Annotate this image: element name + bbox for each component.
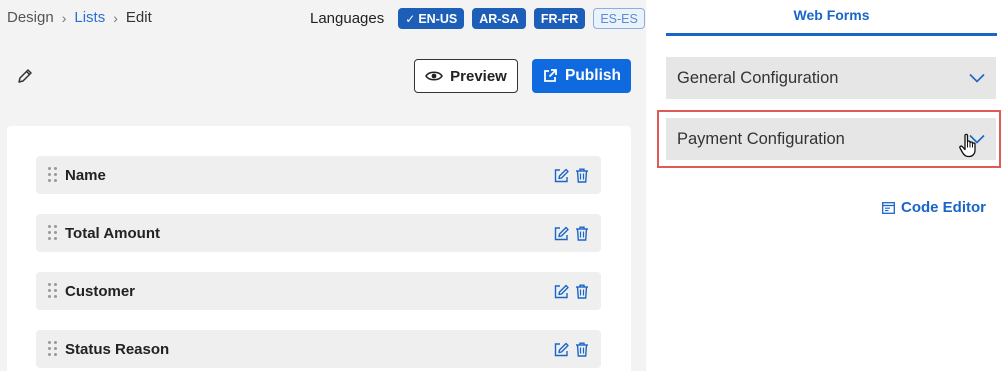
- languages-label: Languages: [310, 10, 385, 27]
- language-chip-label: EN-US: [418, 11, 458, 26]
- drag-handle-icon[interactable]: [48, 167, 58, 183]
- field-name: Name: [65, 166, 106, 184]
- edit-icon[interactable]: [554, 168, 569, 183]
- publish-label: Publish: [565, 67, 621, 84]
- language-chip-en-us[interactable]: ✓ EN-US: [398, 8, 465, 29]
- code-editor-label: Code Editor: [901, 199, 986, 216]
- check-icon: ✓: [405, 11, 416, 26]
- chevron-down-icon: [969, 73, 985, 83]
- accordion-payment-configuration[interactable]: Payment Configuration: [666, 118, 996, 160]
- field-name: Customer: [65, 282, 136, 300]
- language-chip-label: ES-ES: [600, 11, 638, 26]
- code-editor-icon: [882, 201, 895, 214]
- tab-web-forms[interactable]: Web Forms: [666, 0, 997, 36]
- field-row[interactable]: Total Amount: [36, 214, 601, 252]
- form-designer-panel: Design › Lists › Edit Languages ✓ EN-US …: [0, 0, 646, 371]
- properties-panel: Web Forms General Configuration Payment …: [646, 0, 1004, 371]
- chevron-right-icon: ›: [61, 9, 67, 26]
- publish-button[interactable]: Publish: [532, 59, 631, 93]
- row-actions: [554, 284, 589, 299]
- preview-label: Preview: [450, 67, 507, 85]
- drag-handle-icon[interactable]: [48, 225, 58, 241]
- edit-icon[interactable]: [554, 226, 569, 241]
- trash-icon[interactable]: [575, 226, 589, 241]
- chevron-right-icon: ›: [113, 9, 118, 26]
- language-chip-label: AR-SA: [479, 11, 519, 26]
- field-row[interactable]: Name: [36, 156, 601, 194]
- pencil-icon[interactable]: [16, 67, 34, 85]
- trash-icon[interactable]: [575, 284, 589, 299]
- preview-button[interactable]: Preview: [414, 59, 518, 93]
- code-editor-link[interactable]: Code Editor: [882, 199, 986, 216]
- language-selector: Languages ✓ EN-US AR-SA FR-FR ES-ES: [310, 8, 645, 29]
- row-actions: [554, 168, 589, 183]
- accordion-general-configuration[interactable]: General Configuration: [666, 57, 996, 99]
- accordion-label: Payment Configuration: [677, 129, 845, 148]
- breadcrumb-edit: Edit: [125, 9, 152, 26]
- eye-icon: [425, 71, 444, 81]
- field-row[interactable]: Customer: [36, 272, 601, 310]
- row-actions: [554, 226, 589, 241]
- breadcrumb-design[interactable]: Design: [7, 9, 54, 26]
- drag-handle-icon[interactable]: [48, 283, 58, 299]
- language-chip-es-es[interactable]: ES-ES: [593, 8, 645, 29]
- hand-cursor-icon: [959, 133, 976, 158]
- field-name: Status Reason: [65, 340, 170, 358]
- edit-icon[interactable]: [554, 284, 569, 299]
- trash-icon[interactable]: [575, 342, 589, 357]
- breadcrumb: Design › Lists › Edit: [7, 9, 152, 26]
- accordion-label: General Configuration: [677, 68, 839, 87]
- row-actions: [554, 342, 589, 357]
- breadcrumb-lists[interactable]: Lists: [74, 9, 105, 26]
- language-chip-ar-sa[interactable]: AR-SA: [472, 8, 526, 29]
- language-chip-fr-fr[interactable]: FR-FR: [533, 8, 586, 29]
- language-chip-label: FR-FR: [540, 11, 579, 26]
- edit-icon[interactable]: [554, 342, 569, 357]
- external-link-icon: [544, 69, 557, 82]
- field-row[interactable]: Status Reason: [36, 330, 601, 368]
- field-name: Total Amount: [65, 224, 160, 242]
- drag-handle-icon[interactable]: [48, 341, 58, 357]
- trash-icon[interactable]: [575, 168, 589, 183]
